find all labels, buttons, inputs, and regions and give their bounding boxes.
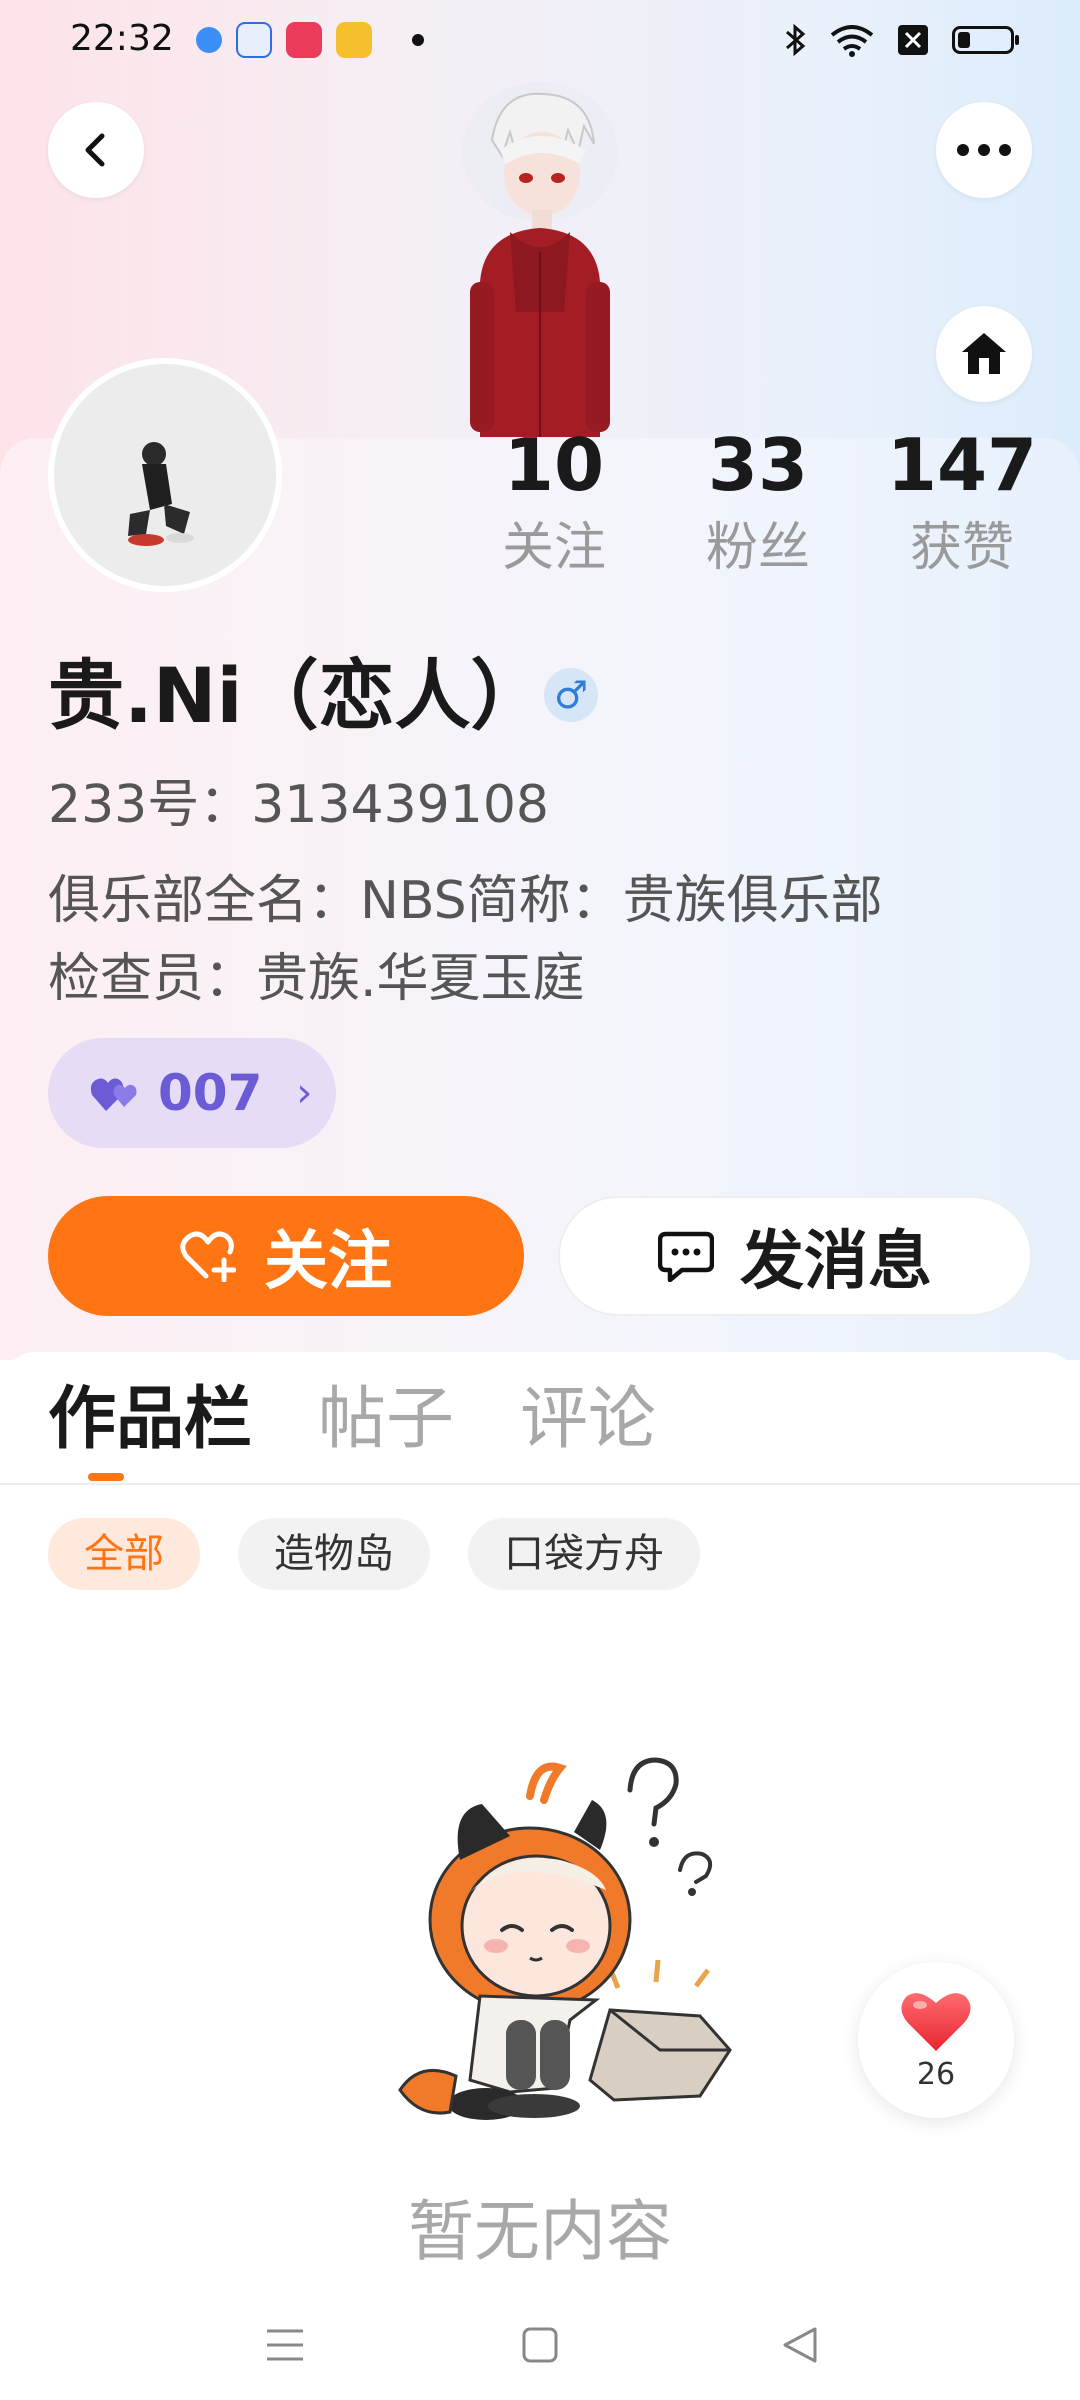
tab-works[interactable]: 作品栏 [48, 1372, 252, 1468]
heart-icon [901, 1992, 971, 2051]
app-notification-icon [196, 27, 222, 53]
triangle-back-icon [783, 2327, 817, 2363]
stat-label: 获赞 [909, 518, 1014, 578]
tab-comments[interactable]: 评论 [520, 1372, 656, 1468]
level-badge-button[interactable]: 007 › [48, 1038, 336, 1148]
stat-following[interactable]: 10 关注 [452, 420, 656, 586]
home-icon [962, 333, 1006, 374]
more-dots-icon [957, 144, 1011, 156]
content-tabs: 作品栏 帖子 评论 [48, 1372, 656, 1468]
menu-icon [267, 2329, 303, 2361]
filter-chip-pocket-ark[interactable]: 口袋方舟 [468, 1518, 700, 1590]
level-value: 007 [158, 1064, 263, 1122]
square-icon [522, 2327, 558, 2363]
status-time: 22:32 [70, 18, 174, 59]
stat-likes[interactable]: 147 获赞 [860, 420, 1064, 586]
back-button[interactable] [48, 102, 144, 198]
more-notifications-icon [412, 34, 424, 46]
home-nav-button[interactable] [505, 2310, 575, 2380]
no-sim-icon [898, 25, 928, 55]
tab-posts[interactable]: 帖子 [318, 1372, 454, 1468]
more-options-button[interactable] [936, 102, 1032, 198]
stat-value: 33 [707, 423, 809, 507]
follow-label: 关注 [264, 1225, 392, 1299]
menu-nav-button[interactable] [250, 2310, 320, 2380]
stat-value: 147 [886, 423, 1038, 507]
avatar-3d-character-image [462, 82, 618, 437]
chevron-right-icon: › [296, 1070, 313, 1116]
reader-app-icon [336, 22, 372, 58]
avatar-image [54, 364, 276, 586]
username: 贵.Ni（恋人） [48, 651, 547, 740]
filter-chips: 全部 造物岛 口袋方舟 [48, 1518, 700, 1590]
empty-state-text: 暂无内容 [408, 2193, 672, 2270]
wifi-icon [830, 25, 874, 57]
stat-value: 10 [503, 423, 605, 507]
bluetooth-icon [786, 23, 806, 57]
message-label: 发消息 [740, 1225, 932, 1299]
user-id: 233号：313439108 [48, 775, 550, 835]
stats-row: 10 关注 33 粉丝 147 获赞 [452, 420, 1064, 586]
baidu-app-icon [236, 22, 272, 58]
back-nav-button[interactable] [765, 2310, 835, 2380]
floating-like-button[interactable]: 26 [858, 1962, 1014, 2118]
status-app-icons [196, 22, 424, 58]
filter-chip-all[interactable]: 全部 [48, 1518, 200, 1590]
system-navigation-bar [0, 2290, 1080, 2400]
status-bar: 22:32 [0, 0, 1080, 80]
bio-line: 检查员：贵族.华夏玉庭 [48, 949, 585, 1009]
gender-male-icon: ♂ [544, 668, 598, 722]
message-button[interactable]: 发消息 [558, 1196, 1032, 1316]
chat-bubble-icon [658, 1231, 714, 1282]
battery-icon [952, 26, 1019, 54]
stat-label: 关注 [501, 518, 606, 578]
avatar-character-icon [128, 442, 194, 546]
homepage-button[interactable] [936, 306, 1032, 402]
double-heart-icon [90, 1078, 137, 1111]
stat-fans[interactable]: 33 粉丝 [656, 420, 860, 586]
filter-chip-creation-island[interactable]: 造物岛 [238, 1518, 430, 1590]
empty-state-illustration [398, 1757, 732, 2120]
stat-label: 粉丝 [705, 518, 810, 578]
status-indicators [784, 22, 1019, 58]
follow-heart-plus-icon [180, 1231, 236, 1282]
bio-line: 俱乐部全名：NBS简称：贵族俱乐部 [48, 871, 883, 931]
avatar[interactable] [48, 358, 282, 592]
tabs-divider [0, 1483, 1080, 1485]
follow-button[interactable]: 关注 [48, 1196, 524, 1316]
like-count: 26 [916, 2056, 956, 2092]
bio: 俱乐部全名：NBS简称：贵族俱乐部 检查员：贵族.华夏玉庭 [48, 862, 1048, 1018]
active-tab-indicator [88, 1473, 124, 1481]
chevron-left-icon [85, 133, 105, 167]
video-app-icon [286, 22, 322, 58]
